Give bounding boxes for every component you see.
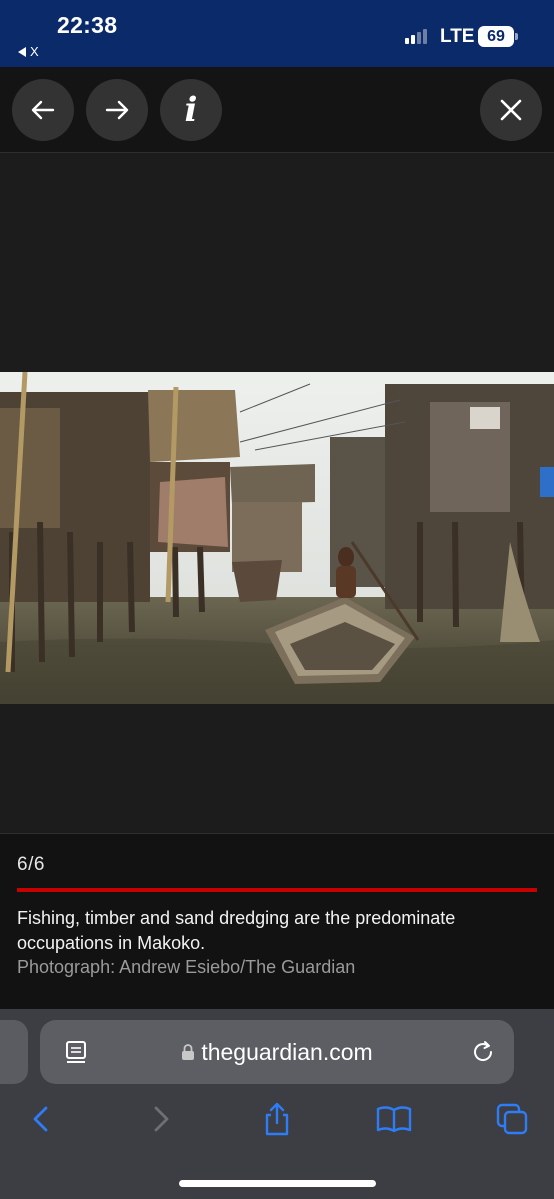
previous-image-button[interactable] [12, 79, 74, 141]
caption-panel: 6/6 Fishing, timber and sand dredging ar… [0, 833, 554, 1009]
arrow-left-icon [31, 100, 55, 120]
reload-icon[interactable] [470, 1039, 496, 1065]
close-gallery-button[interactable] [480, 79, 542, 141]
makoko-photo-image [0, 372, 554, 704]
battery-indicator: 69 [478, 26, 518, 47]
back-triangle-icon [18, 46, 26, 57]
image-caption: Fishing, timber and sand dredging are th… [17, 908, 456, 953]
arrow-right-icon [105, 100, 129, 120]
chevron-right-icon [154, 1106, 169, 1132]
book-icon [376, 1106, 412, 1133]
info-icon: i [184, 90, 198, 130]
browser-toolbar [0, 1097, 554, 1145]
back-button[interactable] [19, 1097, 63, 1141]
photo-stage [0, 153, 554, 833]
gallery-photo[interactable] [0, 372, 554, 704]
url-text: theguardian.com [201, 1038, 373, 1065]
image-counter: 6/6 [17, 854, 45, 875]
back-to-app-link[interactable]: X [18, 44, 39, 59]
signal-strength-icon [405, 29, 427, 44]
forward-button[interactable] [139, 1097, 183, 1141]
previous-tab-peek[interactable] [0, 1020, 28, 1084]
address-bar[interactable]: theguardian.com [40, 1020, 514, 1084]
gallery-progress-fill [17, 888, 537, 892]
lock-icon [182, 1044, 195, 1060]
photo-credit: Photograph: Andrew Esiebo/The Guardian [17, 957, 356, 977]
tabs-button[interactable] [490, 1097, 534, 1141]
home-indicator [179, 1180, 376, 1187]
back-app-label: X [30, 44, 39, 59]
tabs-icon [496, 1103, 528, 1135]
status-time: 22:38 [57, 12, 118, 38]
gallery-toolbar: i [0, 67, 554, 153]
status-bar: 22:38 X LTE 69 [0, 0, 554, 67]
share-button[interactable] [255, 1097, 299, 1141]
share-icon [265, 1102, 289, 1136]
chevron-left-icon [33, 1106, 48, 1132]
bookmarks-button[interactable] [372, 1097, 416, 1141]
info-button[interactable]: i [160, 79, 222, 141]
close-icon [500, 99, 522, 121]
next-image-button[interactable] [86, 79, 148, 141]
gallery-progress-bar [17, 888, 537, 892]
network-type: LTE [440, 26, 475, 47]
browser-chrome: theguardian.com [0, 1009, 554, 1199]
